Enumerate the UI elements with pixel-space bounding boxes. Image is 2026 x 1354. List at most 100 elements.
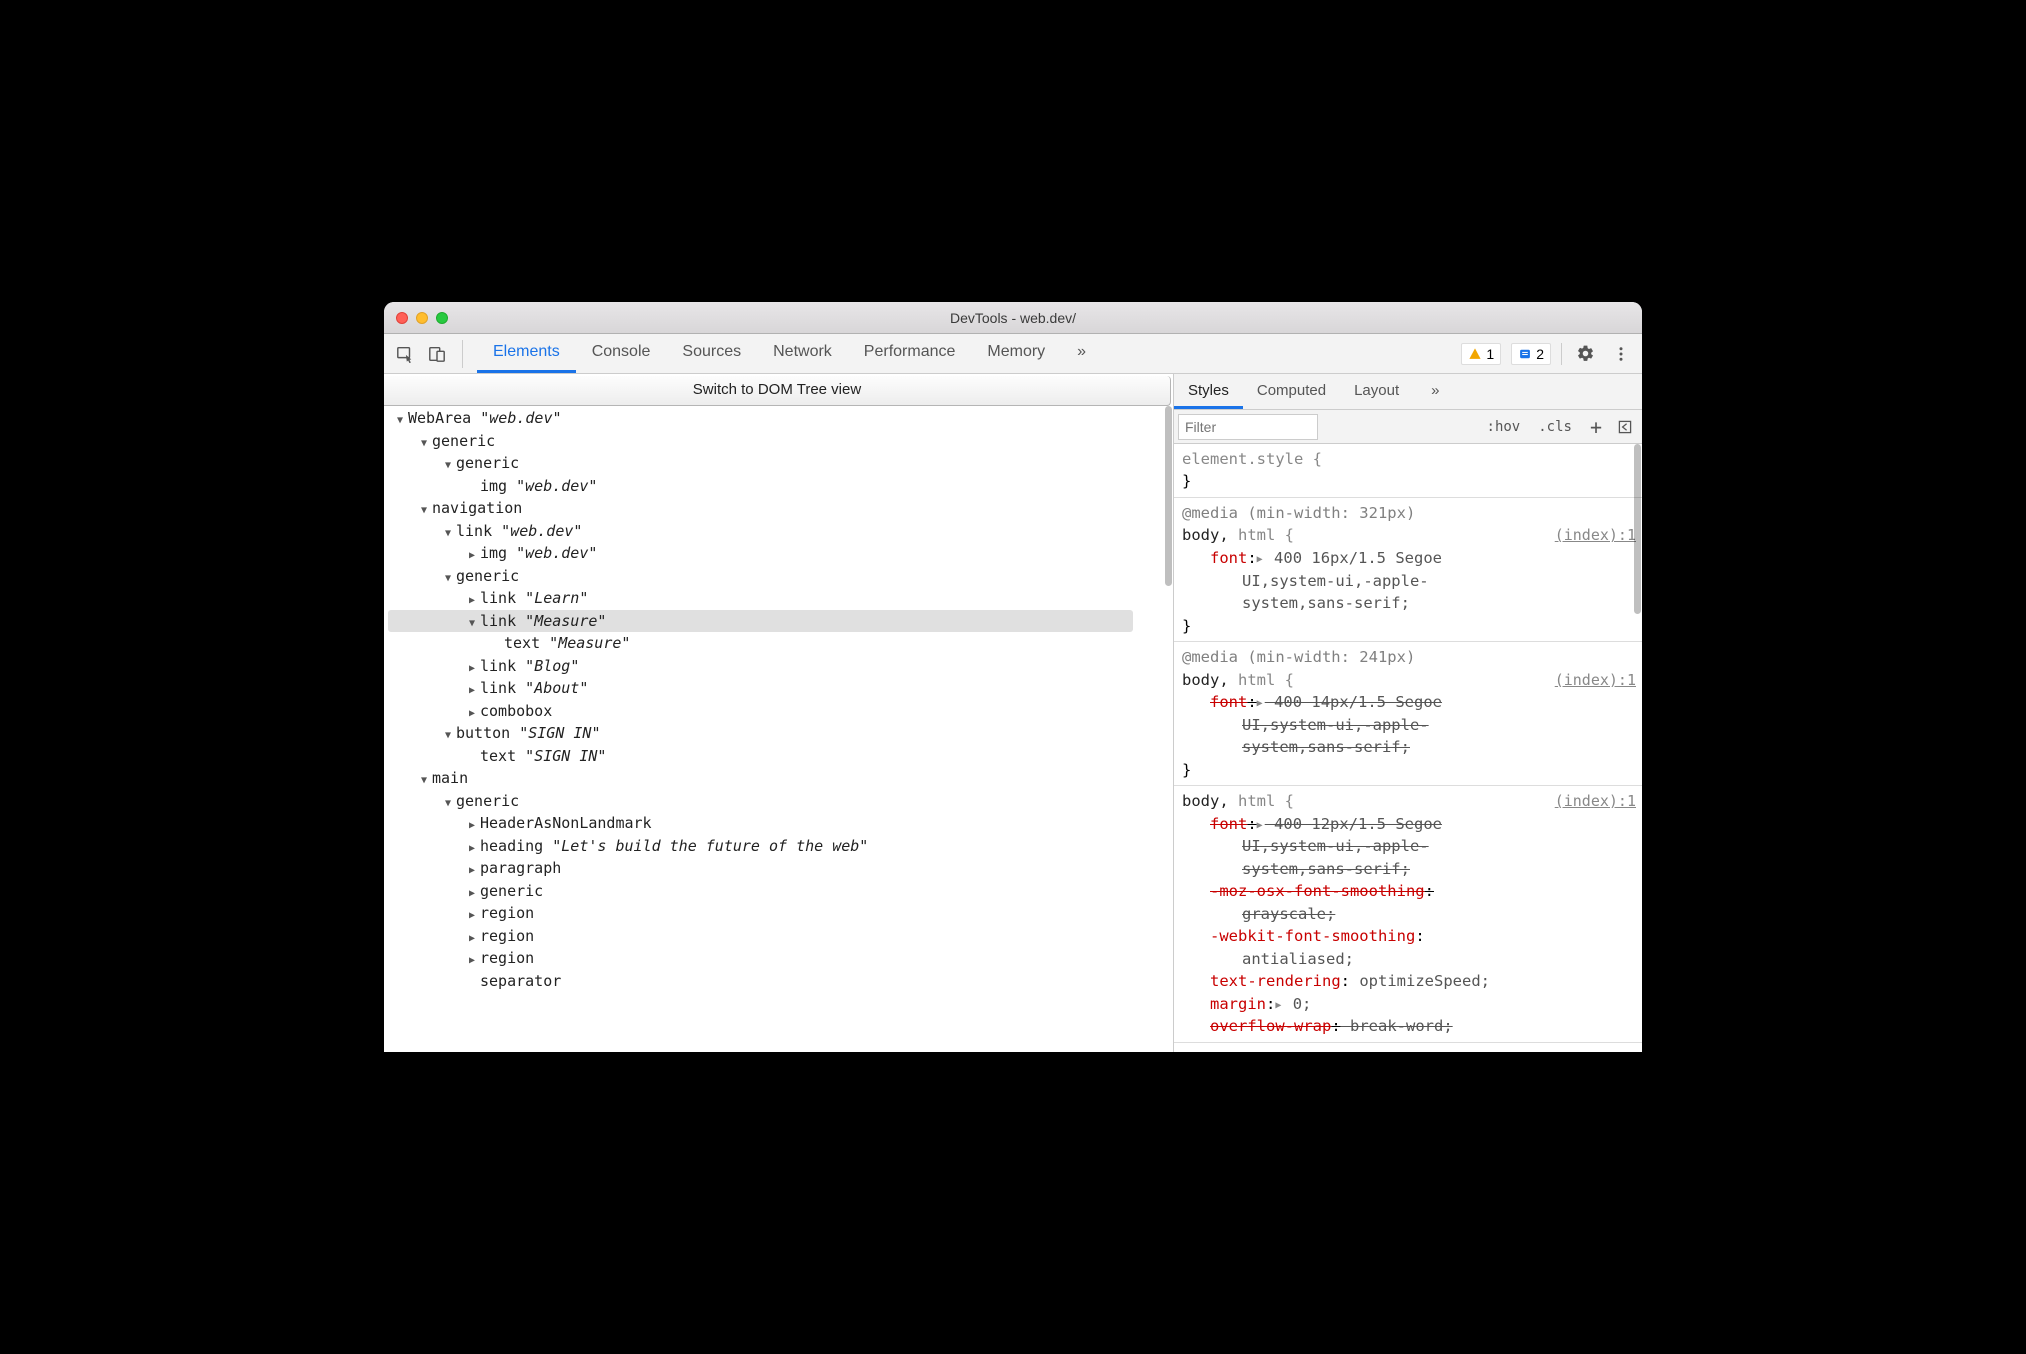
disclosure-triangle-icon[interactable]: ▶ <box>466 841 478 856</box>
ax-tree-row[interactable]: text "Measure" <box>388 632 1173 655</box>
expand-shorthand-icon[interactable]: ▶ <box>1257 697 1263 712</box>
expand-shorthand-icon[interactable]: ▶ <box>1275 999 1281 1014</box>
ax-tree-row[interactable]: ▼generic <box>388 790 1173 813</box>
disclosure-triangle-icon[interactable]: ▼ <box>442 526 454 541</box>
tab-memory[interactable]: Memory <box>971 334 1061 373</box>
accessibility-tree[interactable]: ▼WebArea "web.dev"▼generic▼genericimg "w… <box>384 406 1173 1052</box>
css-declaration[interactable]: margin:▶ 0; <box>1182 993 1636 1015</box>
ax-name: web.dev <box>525 544 588 562</box>
cls-toggle[interactable]: .cls <box>1532 417 1578 437</box>
disclosure-triangle-icon[interactable]: ▼ <box>442 571 454 586</box>
switch-to-dom-tree-button[interactable]: Switch to DOM Tree view <box>384 376 1171 406</box>
disclosure-triangle-icon[interactable]: ▶ <box>466 683 478 698</box>
scrollbar[interactable] <box>1634 444 1641 614</box>
disclosure-triangle-icon[interactable]: ▼ <box>418 436 430 451</box>
disclosure-triangle-icon[interactable]: ▶ <box>466 863 478 878</box>
ax-tree-row[interactable]: ▼generic <box>388 430 1173 453</box>
ax-tree-row[interactable]: text "SIGN IN" <box>388 745 1173 768</box>
ax-tree-row[interactable]: ▼generic <box>388 452 1173 475</box>
sidebar-tabs-overflow[interactable]: » <box>1417 374 1453 409</box>
ax-tree-row[interactable]: ▼navigation <box>388 497 1173 520</box>
source-link[interactable]: (index):1 <box>1555 525 1636 547</box>
ax-tree-row[interactable]: ▶link "Blog" <box>388 655 1173 678</box>
tab-performance[interactable]: Performance <box>848 334 972 373</box>
ax-tree-row[interactable]: separator <box>388 970 1173 993</box>
settings-icon[interactable] <box>1572 341 1598 367</box>
source-link[interactable]: (index):1 <box>1555 791 1636 813</box>
css-declaration[interactable]: overflow-wrap: break-word; <box>1182 1015 1636 1037</box>
toggle-rendering-icon[interactable] <box>1614 416 1636 438</box>
disclosure-triangle-icon[interactable]: ▶ <box>466 908 478 923</box>
ax-tree-row[interactable]: ▶link "About" <box>388 677 1173 700</box>
inspect-element-icon[interactable] <box>392 341 418 367</box>
disclosure-triangle-icon[interactable]: ▼ <box>466 616 478 631</box>
disclosure-triangle-icon[interactable]: ▼ <box>418 773 430 788</box>
close-button[interactable] <box>396 312 408 324</box>
disclosure-triangle-icon[interactable]: ▼ <box>442 796 454 811</box>
device-toolbar-icon[interactable] <box>424 341 450 367</box>
tab-elements[interactable]: Elements <box>477 334 576 373</box>
ax-role: link <box>480 589 516 607</box>
expand-shorthand-icon[interactable]: ▶ <box>1257 553 1263 568</box>
warnings-counter[interactable]: 1 <box>1461 343 1501 365</box>
ax-tree-row[interactable]: ▶HeaderAsNonLandmark <box>388 812 1173 835</box>
tabs-overflow[interactable]: » <box>1061 334 1102 373</box>
ax-tree-row[interactable]: ▼WebArea "web.dev" <box>388 407 1173 430</box>
styles-rules[interactable]: element.style {}@media (min-width: 321px… <box>1174 444 1642 1052</box>
disclosure-triangle-icon[interactable]: ▼ <box>394 413 406 428</box>
tab-console[interactable]: Console <box>576 334 667 373</box>
ax-tree-row[interactable]: ▼generic <box>388 565 1173 588</box>
tab-sources[interactable]: Sources <box>666 334 757 373</box>
ax-tree-row[interactable]: ▼button "SIGN IN" <box>388 722 1173 745</box>
style-rule[interactable]: @media (min-width: 241px)body, html {(in… <box>1174 642 1642 786</box>
ax-tree-row[interactable]: ▼link "Measure" <box>388 610 1133 633</box>
ax-tree-row[interactable]: ▼link "web.dev" <box>388 520 1173 543</box>
ax-tree-row[interactable]: ▶region <box>388 947 1173 970</box>
issues-counter[interactable]: 2 <box>1511 343 1551 365</box>
disclosure-triangle-icon[interactable]: ▼ <box>442 458 454 473</box>
css-declaration[interactable]: -moz-osx-font-smoothing: <box>1182 880 1636 902</box>
ax-tree-row[interactable]: ▼main <box>388 767 1173 790</box>
ax-tree-row[interactable]: ▶link "Learn" <box>388 587 1173 610</box>
tab-styles[interactable]: Styles <box>1174 374 1243 409</box>
minimize-button[interactable] <box>416 312 428 324</box>
more-options-icon[interactable] <box>1608 341 1634 367</box>
disclosure-triangle-icon[interactable]: ▶ <box>466 661 478 676</box>
disclosure-triangle-icon[interactable]: ▶ <box>466 886 478 901</box>
disclosure-triangle-icon[interactable]: ▶ <box>466 548 478 563</box>
disclosure-triangle-icon[interactable]: ▼ <box>442 728 454 743</box>
ax-tree-row[interactable]: ▶img "web.dev" <box>388 542 1173 565</box>
ax-tree-row[interactable]: ▶paragraph <box>388 857 1173 880</box>
rule-element-style[interactable]: element.style {} <box>1174 444 1642 498</box>
expand-shorthand-icon[interactable]: ▶ <box>1257 819 1263 834</box>
ax-tree-row[interactable]: ▶heading "Let's build the future of the … <box>388 835 1173 858</box>
new-style-rule-button[interactable]: + <box>1584 418 1608 436</box>
tab-layout[interactable]: Layout <box>1340 374 1413 409</box>
ax-tree-row[interactable]: img "web.dev" <box>388 475 1173 498</box>
source-link[interactable]: (index):1 <box>1555 670 1636 692</box>
css-declaration[interactable]: font:▶ 400 12px/1.5 Segoe <box>1182 813 1636 835</box>
ax-tree-row[interactable]: ▶region <box>388 902 1173 925</box>
css-declaration[interactable]: text-rendering: optimizeSpeed; <box>1182 970 1636 992</box>
css-declaration[interactable]: font:▶ 400 14px/1.5 Segoe <box>1182 691 1636 713</box>
main-toolbar: Elements Console Sources Network Perform… <box>384 334 1642 374</box>
styles-filter-input[interactable] <box>1178 414 1318 440</box>
tab-computed[interactable]: Computed <box>1243 374 1340 409</box>
scrollbar[interactable] <box>1165 406 1172 586</box>
disclosure-triangle-icon[interactable]: ▶ <box>466 706 478 721</box>
ax-tree-row[interactable]: ▶generic <box>388 880 1173 903</box>
css-declaration[interactable]: font:▶ 400 16px/1.5 Segoe <box>1182 547 1636 569</box>
tab-network[interactable]: Network <box>757 334 848 373</box>
disclosure-triangle-icon[interactable]: ▶ <box>466 593 478 608</box>
disclosure-triangle-icon[interactable]: ▶ <box>466 953 478 968</box>
css-declaration[interactable]: -webkit-font-smoothing: <box>1182 925 1636 947</box>
ax-tree-row[interactable]: ▶combobox <box>388 700 1173 723</box>
disclosure-triangle-icon[interactable]: ▶ <box>466 818 478 833</box>
style-rule[interactable]: @media (min-width: 321px)body, html {(in… <box>1174 498 1642 642</box>
style-rule[interactable]: body, html {(index):1font:▶ 400 12px/1.5… <box>1174 786 1642 1042</box>
disclosure-triangle-icon[interactable]: ▶ <box>466 931 478 946</box>
maximize-button[interactable] <box>436 312 448 324</box>
hov-toggle[interactable]: :hov <box>1481 417 1527 437</box>
ax-tree-row[interactable]: ▶region <box>388 925 1173 948</box>
disclosure-triangle-icon[interactable]: ▼ <box>418 503 430 518</box>
